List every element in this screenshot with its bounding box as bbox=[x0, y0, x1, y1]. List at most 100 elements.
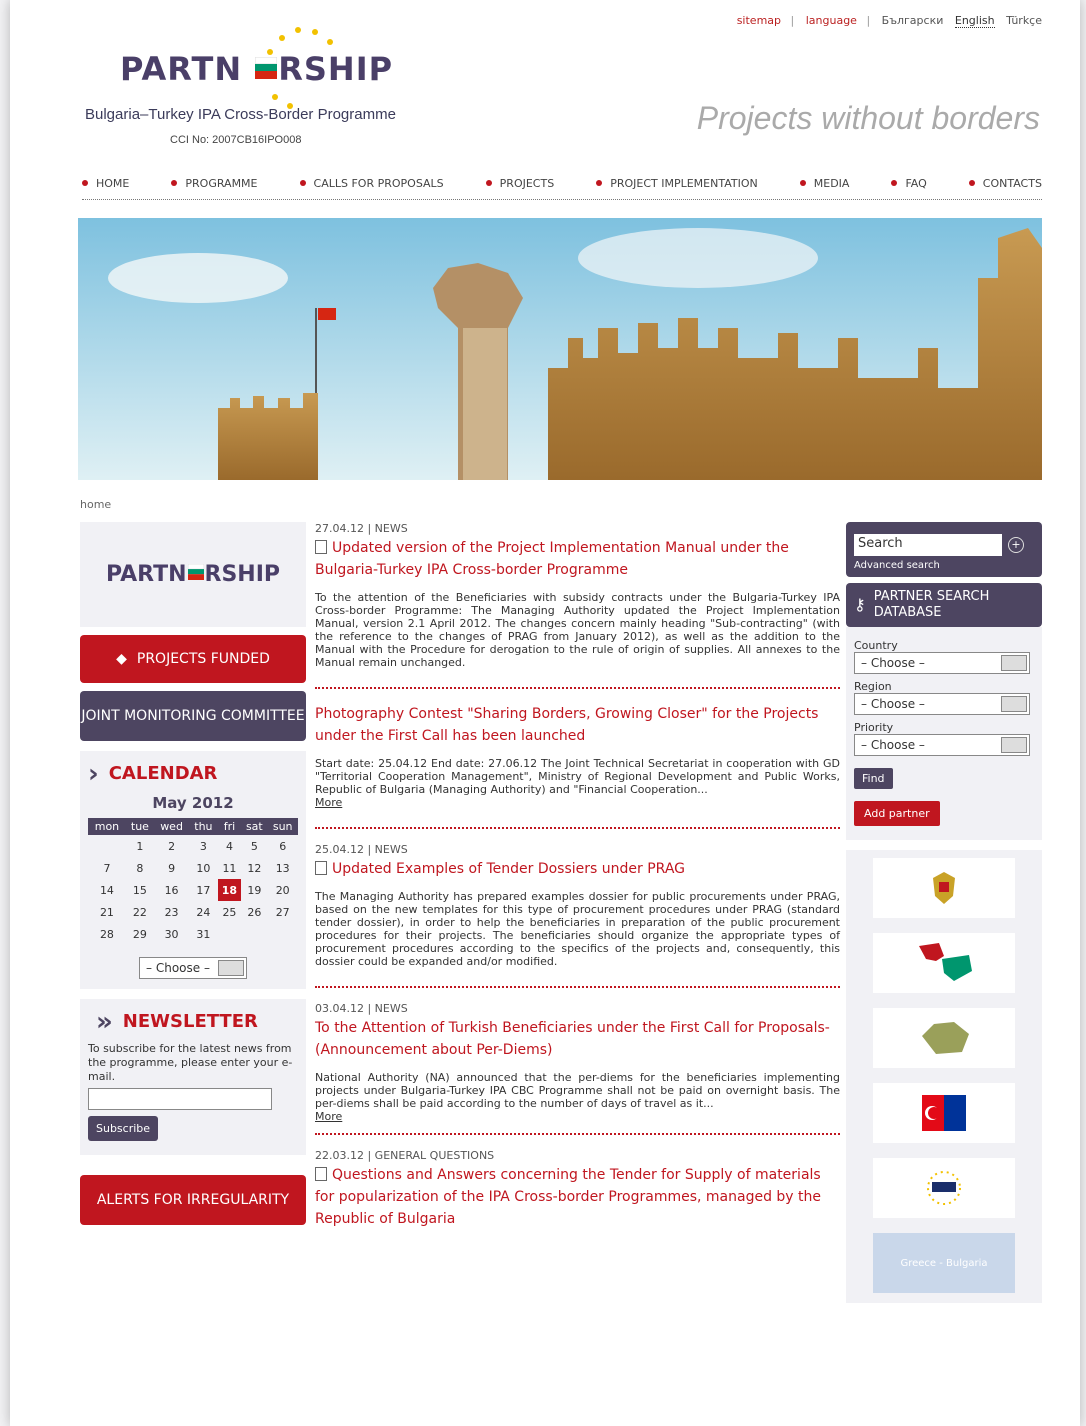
news-item: Photography Contest "Sharing Borders, Gr… bbox=[315, 703, 840, 809]
news-item: 22.03.12 | GENERAL QUESTIONS Questions a… bbox=[315, 1149, 840, 1230]
coat-of-arms-icon bbox=[933, 872, 955, 904]
cci-number: CCI No: 2007CB16IPO008 bbox=[170, 134, 302, 146]
lang-en[interactable]: English bbox=[954, 14, 995, 28]
logo-text-start: PARTN bbox=[120, 50, 243, 88]
subscribe-button[interactable]: Subscribe bbox=[88, 1116, 159, 1141]
news-body: Start date: 25.04.12 End date: 27.06.12 … bbox=[315, 757, 840, 796]
newsletter-email-input[interactable] bbox=[88, 1088, 272, 1110]
newsletter-text: To subscribe for the latest news from th… bbox=[88, 1042, 293, 1083]
black-sea-icon bbox=[927, 1171, 961, 1205]
eu-turkey-logo[interactable] bbox=[873, 1083, 1015, 1143]
projects-icon: ◆ bbox=[116, 651, 127, 667]
left-column: PARTN RSHIP ◆ PROJECTS FUNDED JOINT MONIT… bbox=[80, 522, 306, 1225]
find-button[interactable]: Find bbox=[854, 768, 893, 789]
partner-search-header: ⚷ PARTNER SEARCH DATABASE bbox=[846, 583, 1042, 627]
chevron-right-icon: › bbox=[88, 758, 99, 789]
priority-select[interactable]: – Choose – bbox=[854, 734, 1030, 756]
newsletter-title: NEWSLETTER bbox=[122, 1011, 258, 1032]
right-column: Search + Advanced search ⚷ PARTNER SEARC… bbox=[846, 522, 1042, 1303]
lang-bg[interactable]: Български bbox=[882, 14, 944, 27]
priority-label: Priority bbox=[854, 721, 894, 734]
news-title[interactable]: To the Attention of Turkish Beneficiarie… bbox=[315, 1017, 840, 1061]
partnership-banner[interactable]: PARTN RSHIP bbox=[80, 522, 306, 627]
divider bbox=[315, 1133, 840, 1135]
programme-name: Bulgaria–Turkey IPA Cross-Border Program… bbox=[85, 106, 396, 123]
nav-home[interactable]: HOME bbox=[82, 172, 129, 194]
document-icon bbox=[315, 540, 327, 554]
projects-funded-button[interactable]: ◆ PROJECTS FUNDED bbox=[80, 635, 306, 683]
news-item: 25.04.12 | NEWS Updated Examples of Tend… bbox=[315, 843, 840, 968]
sitemap-link[interactable]: sitemap bbox=[737, 14, 781, 27]
news-item: 03.04.12 | NEWS To the Attention of Turk… bbox=[315, 1002, 840, 1123]
bullet-icon bbox=[171, 180, 178, 186]
greece-bulgaria-logo[interactable]: Greece - Bulgaria bbox=[873, 1233, 1015, 1293]
partnership-logo: PARTN RSHIP bbox=[105, 562, 281, 587]
calendar-grid: mon tue wed thu fri sat sun 123456 7 8 9 10 11 12 13… bbox=[88, 818, 298, 945]
nav-contacts[interactable]: CONTACTS bbox=[968, 172, 1042, 194]
nav-programme[interactable]: PROGRAMME bbox=[171, 172, 258, 194]
alerts-button[interactable]: ALERTS FOR IRREGULARITY bbox=[80, 1175, 306, 1225]
nav-projects[interactable]: PROJECTS bbox=[485, 172, 554, 194]
bullet-icon bbox=[82, 180, 88, 186]
more-link[interactable]: More bbox=[315, 796, 840, 809]
bullet-icon bbox=[299, 180, 306, 186]
region-select[interactable]: – Choose – bbox=[854, 693, 1030, 715]
greece-bulgaria-text: Greece - Bulgaria bbox=[900, 1257, 988, 1269]
country-select[interactable]: – Choose – bbox=[854, 652, 1030, 674]
hero-image bbox=[78, 218, 1042, 480]
document-icon bbox=[315, 861, 327, 875]
bullet-icon bbox=[891, 180, 898, 186]
news-meta: 27.04.12 | NEWS bbox=[315, 522, 408, 535]
document-icon bbox=[315, 1167, 327, 1181]
more-link[interactable]: More bbox=[315, 1110, 840, 1123]
news-title[interactable]: Updated Examples of Tender Dossiers unde… bbox=[315, 858, 840, 880]
calendar-select[interactable]: – Choose – bbox=[139, 957, 247, 979]
nav-implementation[interactable]: PROJECT IMPLEMENTATION bbox=[596, 172, 758, 194]
news-body: National Authority (NA) announced that t… bbox=[315, 1071, 840, 1110]
ministry-logo[interactable] bbox=[873, 858, 1015, 918]
bullet-icon bbox=[799, 180, 806, 186]
advanced-search-link[interactable]: Advanced search bbox=[854, 560, 1034, 571]
lang-tr[interactable]: Türkçe bbox=[1006, 14, 1042, 27]
nav-calls[interactable]: CALLS FOR PROPOSALS bbox=[299, 172, 444, 194]
top-links: sitemap | language | Български English T… bbox=[736, 14, 1042, 28]
flag-icon bbox=[187, 564, 204, 580]
breadcrumb[interactable]: home bbox=[80, 498, 111, 511]
calendar-today[interactable]: 18 bbox=[217, 879, 242, 901]
dropdown-icon bbox=[1001, 737, 1027, 753]
calendar-title: CALENDAR bbox=[108, 763, 218, 784]
region-map-logo[interactable] bbox=[873, 1008, 1015, 1068]
divider bbox=[315, 986, 840, 988]
news-meta: 25.04.12 | NEWS bbox=[315, 843, 408, 856]
map-icon bbox=[919, 943, 972, 981]
key-icon: ⚷ bbox=[854, 595, 866, 614]
country-label: Country bbox=[854, 639, 898, 652]
nav-media[interactable]: MEDIA bbox=[799, 172, 849, 194]
news-title[interactable]: Questions and Answers concerning the Ten… bbox=[315, 1164, 840, 1230]
site-logo[interactable]: PARTN RSHIP bbox=[120, 27, 393, 109]
search-go-icon[interactable]: + bbox=[1008, 537, 1024, 553]
partner-logos: Greece - Bulgaria bbox=[846, 850, 1042, 1303]
calendar-month: May 2012 bbox=[152, 794, 234, 812]
language-link[interactable]: language bbox=[806, 14, 857, 27]
black-sea-logo[interactable] bbox=[873, 1158, 1015, 1218]
news-title[interactable]: Updated version of the Project Implement… bbox=[315, 537, 840, 581]
news-title[interactable]: Photography Contest "Sharing Borders, Gr… bbox=[315, 703, 840, 747]
region-label: Region bbox=[854, 680, 892, 693]
joint-monitoring-button[interactable]: JOINT MONITORING COMMITTEE bbox=[80, 691, 306, 741]
divider bbox=[315, 827, 840, 829]
add-partner-button[interactable]: Add partner bbox=[854, 801, 940, 826]
news-meta: 03.04.12 | NEWS bbox=[315, 1002, 408, 1015]
dropdown-icon bbox=[1001, 655, 1027, 671]
search-input[interactable]: Search bbox=[854, 534, 1002, 556]
dropdown-icon bbox=[1001, 696, 1027, 712]
nav-faq[interactable]: FAQ bbox=[891, 172, 927, 194]
map-logo[interactable] bbox=[873, 933, 1015, 993]
calendar-widget: › CALENDAR May 2012 mon tue wed thu fri sat sun… bbox=[80, 751, 306, 989]
partner-search-form: Country – Choose – Region – Choose – Pri… bbox=[846, 627, 1042, 840]
slogan: Projects without borders bbox=[696, 100, 1040, 136]
news-body: To the attention of the Beneficiaries wi… bbox=[315, 591, 840, 669]
dropdown-icon bbox=[217, 960, 244, 976]
bullet-icon bbox=[596, 180, 603, 186]
news-meta: 22.03.12 | GENERAL QUESTIONS bbox=[315, 1149, 495, 1162]
